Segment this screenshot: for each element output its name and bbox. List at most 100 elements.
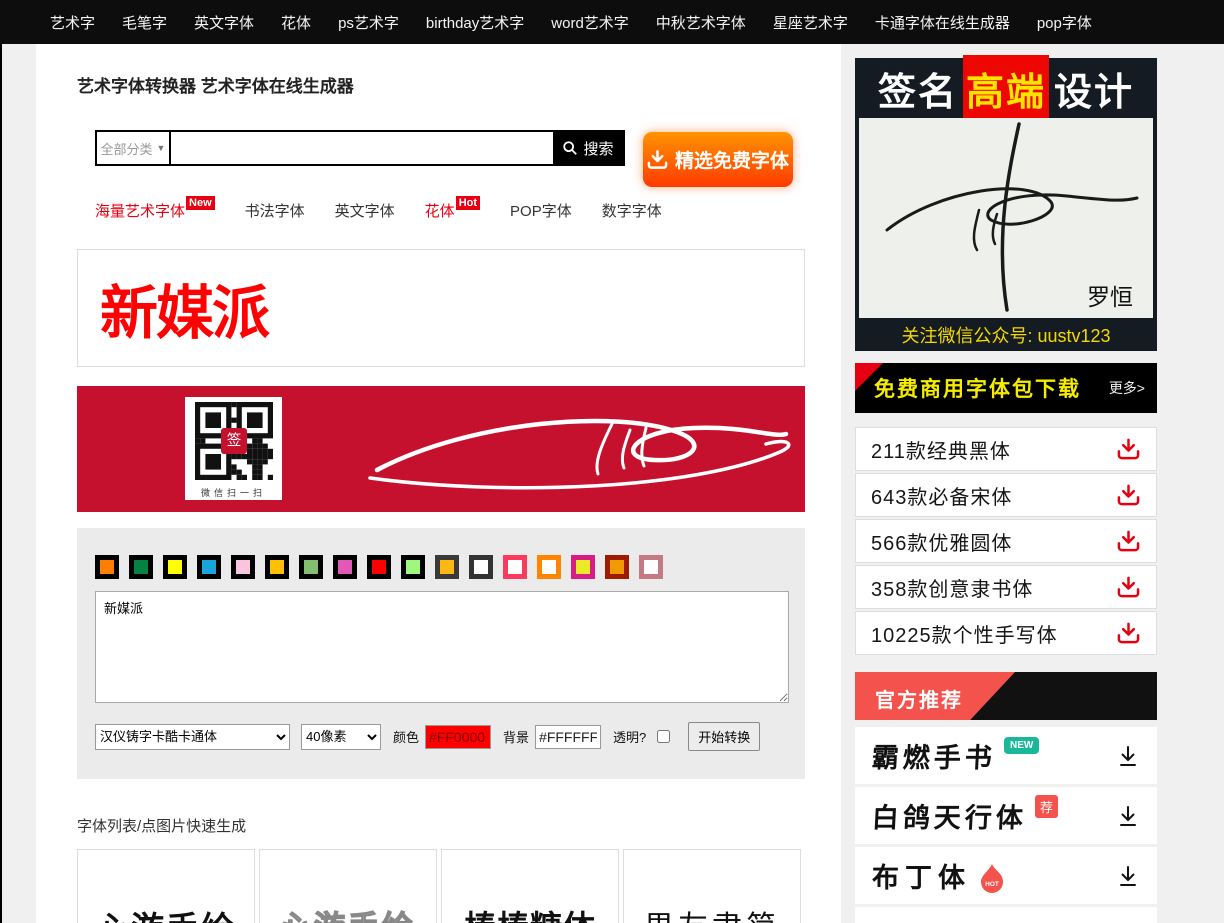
color-swatch[interactable] xyxy=(605,555,629,579)
color-swatch[interactable] xyxy=(367,555,391,579)
font-pack-row[interactable]: 643款必备宋体 xyxy=(855,473,1157,517)
nav-item[interactable]: 毛笔字 xyxy=(122,12,167,33)
font-pack-rows: 211款经典黑体 643款必备宋体 566款优雅圆体 358款创意隶书体10225款个… xyxy=(855,427,1157,655)
color-swatch[interactable] xyxy=(435,555,459,579)
download-icon xyxy=(1116,530,1141,553)
signature-design-banner[interactable]: 签名高端设计 罗恒 关注微信公众号: uustv123 xyxy=(855,58,1157,351)
official-row[interactable]: 布丁体 HOT xyxy=(855,847,1157,904)
banner-title-right: 设计 xyxy=(1054,61,1134,116)
quick-link[interactable]: POP字体 xyxy=(510,200,572,221)
quick-link[interactable]: 海量艺术字体New xyxy=(95,200,215,221)
nav-item[interactable]: 花体 xyxy=(281,12,311,33)
signature-sample-area: 罗恒 xyxy=(859,118,1153,318)
wechat-ad-banner[interactable]: 签 微信扫一扫 xyxy=(77,386,805,512)
nav-item[interactable]: 中秋艺术字体 xyxy=(656,12,746,33)
font-pack-row-label: 566款优雅圆体 xyxy=(871,527,1012,556)
color-swatch[interactable] xyxy=(95,555,119,579)
color-swatch[interactable] xyxy=(401,555,425,579)
font-sample-text: 棒棒糖体 xyxy=(442,902,618,923)
font-pack-row[interactable]: 10225款个性手写体 xyxy=(855,611,1157,655)
nav-item[interactable]: 卡通字体在线生成器 xyxy=(875,12,1010,33)
text-input-area[interactable]: 新媒派 xyxy=(95,591,789,703)
quick-link[interactable]: 数字字体 xyxy=(602,200,662,221)
download-icon xyxy=(1116,576,1141,599)
more-link[interactable]: 更多> xyxy=(1109,378,1157,398)
download-icon xyxy=(1116,484,1141,507)
font-sample-card[interactable]: 心游手绘心游手绘艺术体 xyxy=(259,849,437,923)
color-swatches xyxy=(95,555,787,579)
preview-box: 新媒派 xyxy=(77,249,805,367)
color-swatch[interactable] xyxy=(639,555,663,579)
official-font-name: 霸燃手书 xyxy=(871,736,997,775)
color-swatch[interactable] xyxy=(537,555,561,579)
font-select[interactable]: 汉仪铸字卡酷卡通体 xyxy=(95,724,290,750)
official-row[interactable]: 白鸽天行体荐 xyxy=(855,787,1157,844)
official-row xyxy=(855,907,1157,923)
editor-controls: 汉仪铸字卡酷卡通体 40像素 颜色 背景 透明? 开始转换 xyxy=(95,722,787,751)
search-icon xyxy=(562,140,578,156)
color-input[interactable] xyxy=(425,725,491,749)
official-rows: 霸燃手书NEW白鸽天行体荐布丁体 HOT xyxy=(855,727,1157,923)
search-button-label: 搜索 xyxy=(583,138,613,159)
hot-flame-badge: HOT xyxy=(979,863,1005,893)
nav-item[interactable]: 艺术字 xyxy=(50,12,95,33)
download-icon xyxy=(1116,622,1141,645)
quick-links: 海量艺术字体New 书法字体 英文字体 花体Hot POP字体 数字字体 xyxy=(95,200,841,221)
signer-name: 罗恒 xyxy=(1087,278,1133,312)
official-header: 官方推荐 xyxy=(855,672,1157,720)
official-font-name: 布丁体 xyxy=(872,856,971,895)
nav-item[interactable]: birthday艺术字 xyxy=(426,12,524,33)
background-input[interactable] xyxy=(535,725,601,749)
editor-panel: 新媒派 汉仪铸字卡酷卡通体 40像素 颜色 背景 透明? 开始转换 xyxy=(77,528,805,779)
color-swatch[interactable] xyxy=(503,555,527,579)
search-input[interactable] xyxy=(171,132,553,164)
color-label: 颜色 xyxy=(393,727,419,746)
qr-caption: 微信扫一扫 xyxy=(185,486,282,499)
color-swatch[interactable] xyxy=(231,555,255,579)
official-row[interactable]: 霸燃手书NEW xyxy=(855,727,1157,784)
banner-title-highlight: 高端 xyxy=(963,55,1049,122)
category-dropdown[interactable]: 全部分类 ▼ xyxy=(97,132,171,164)
color-swatch[interactable] xyxy=(163,555,187,579)
nav-item[interactable]: ps艺术字 xyxy=(338,12,399,33)
quick-link[interactable]: 花体Hot xyxy=(425,200,480,221)
nav-item[interactable]: pop字体 xyxy=(1037,12,1092,33)
download-icon xyxy=(1116,864,1140,888)
transparent-checkbox[interactable] xyxy=(657,730,670,743)
quick-link[interactable]: 英文字体 xyxy=(335,200,395,221)
free-fonts-button[interactable]: 精选免费字体 xyxy=(643,132,793,187)
color-swatch[interactable] xyxy=(333,555,357,579)
nav-item[interactable]: 星座艺术字 xyxy=(773,12,848,33)
font-sample-card[interactable]: 心游手绘三字经心游pop手绘 xyxy=(77,849,255,923)
main-column: 艺术字体转换器 艺术字体在线生成器 全部分类 ▼ 搜索 精选免费字体 xyxy=(36,44,841,923)
color-swatch[interactable] xyxy=(129,555,153,579)
font-pack-row[interactable]: 211款经典黑体 xyxy=(855,427,1157,471)
nav-item[interactable]: word艺术字 xyxy=(551,12,629,33)
color-swatch[interactable] xyxy=(265,555,289,579)
font-pack-row[interactable]: 566款优雅圆体 xyxy=(855,519,1157,563)
search-box: 全部分类 ▼ 搜索 xyxy=(95,130,625,166)
convert-button[interactable]: 开始转换 xyxy=(688,722,760,751)
font-sample-card[interactable]: 男友隶简男友隶书简美术字 xyxy=(623,849,801,923)
nav-item[interactable]: 英文字体 xyxy=(194,12,254,33)
quick-link[interactable]: 书法字体 xyxy=(245,200,305,221)
svg-text:签: 签 xyxy=(226,432,241,449)
free-fonts-button-label: 精选免费字体 xyxy=(675,146,789,173)
banner-title-left: 签名 xyxy=(878,61,958,116)
category-label: 全部分类 xyxy=(101,139,153,158)
font-sample-text: 心游手绘 xyxy=(260,902,436,923)
color-swatch[interactable] xyxy=(571,555,595,579)
recommend-badge: 荐 xyxy=(1035,795,1058,818)
color-swatch[interactable] xyxy=(299,555,323,579)
size-select[interactable]: 40像素 xyxy=(301,724,381,750)
svg-text:HOT: HOT xyxy=(985,881,999,888)
font-pack-row[interactable]: 358款创意隶书体 xyxy=(855,565,1157,609)
search-button[interactable]: 搜索 xyxy=(553,132,623,164)
font-pack-row-label: 643款必备宋体 xyxy=(871,481,1012,510)
font-pack-row-label: 211款经典黑体 xyxy=(871,435,1011,464)
corner-ribbon xyxy=(855,363,883,391)
color-swatch[interactable] xyxy=(469,555,493,579)
color-swatch[interactable] xyxy=(197,555,221,579)
font-pack-title: 免费商用字体包下载 xyxy=(855,373,1081,403)
font-sample-card[interactable]: 棒棒糖体汉字之美棒棒糖 xyxy=(441,849,619,923)
